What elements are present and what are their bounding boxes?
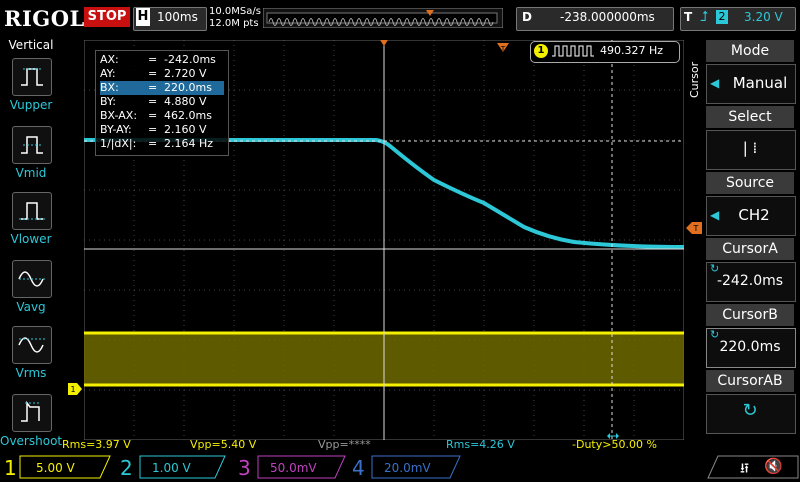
measurement-bar: Rms=3.97 V Vpp=5.40 V Vpp=**** Rms=4.26 … bbox=[62, 438, 702, 452]
cursor-a-value: -242.0ms bbox=[716, 273, 784, 289]
vmid-button[interactable] bbox=[12, 126, 52, 164]
vupper-button[interactable] bbox=[12, 58, 52, 96]
mode-title: Mode bbox=[706, 40, 794, 62]
mode-value: Manual bbox=[732, 74, 788, 92]
select-title: Select bbox=[706, 106, 794, 128]
cursor-ab-title: CursorAB bbox=[706, 370, 794, 392]
ch4-scale[interactable]: 20.0mV bbox=[384, 461, 431, 475]
meas-ch1-duty: -Duty>50.00 % bbox=[572, 438, 657, 451]
square-wave-icon bbox=[552, 45, 594, 57]
cursor-b-value: 220.0ms bbox=[719, 339, 781, 355]
freq-channel-badge: 1 bbox=[534, 44, 548, 58]
overshoot-label: Overshoot bbox=[0, 434, 63, 448]
vavg-button[interactable] bbox=[12, 260, 52, 298]
vlower-label: Vlower bbox=[10, 232, 52, 246]
frequency-value: 490.327 Hz bbox=[600, 44, 664, 57]
vrms-button[interactable] bbox=[12, 326, 52, 364]
rigol-logo: RIGOL bbox=[4, 6, 85, 31]
ch1-number[interactable]: 1 bbox=[4, 456, 17, 480]
ch2-scale[interactable]: 1.00 V bbox=[152, 461, 191, 475]
cursor-measurement-box: AX: = -242.0ms AY: = 2.720 V BX: = 220.0ms BY:… bbox=[95, 50, 229, 156]
system-tab bbox=[707, 455, 799, 479]
ch3-scale[interactable]: 50.0mV bbox=[270, 461, 317, 475]
source-title: Source bbox=[706, 172, 794, 194]
vrms-label: Vrms bbox=[15, 366, 47, 380]
delay-letter: D bbox=[522, 10, 532, 24]
speaker-mute-icon[interactable]: 🔇 bbox=[764, 457, 783, 475]
waveform-position-marker-icon: T bbox=[497, 43, 509, 53]
vrms-icon bbox=[18, 337, 45, 353]
trigger-letter: T bbox=[684, 10, 693, 24]
overshoot-button[interactable] bbox=[12, 394, 52, 432]
svg-text:T: T bbox=[500, 45, 506, 53]
vmid-label: Vmid bbox=[15, 166, 47, 180]
cursor-a-title: CursorA bbox=[706, 238, 794, 260]
meas-row-selected: BX: = 220.0ms bbox=[100, 81, 224, 95]
meas-row: AX: = -242.0ms bbox=[100, 53, 216, 66]
source-value: CH2 bbox=[738, 206, 770, 224]
sample-rate: 10.0MSa/s bbox=[209, 6, 261, 17]
meas-row: AY: = 2.720 V bbox=[100, 67, 207, 80]
vertical-panel-title: Vertical bbox=[8, 38, 54, 52]
overshoot-icon bbox=[21, 400, 41, 422]
rising-edge-icon: ⮥ bbox=[700, 9, 709, 25]
ch1-ground-marker-icon: 1 bbox=[68, 383, 82, 395]
timebase-value: 100ms bbox=[157, 10, 198, 24]
trigger-source: 2 bbox=[716, 10, 728, 24]
meas-row: BX-AX: = 462.0ms bbox=[100, 109, 212, 122]
meas-row: BY: = 4.880 V bbox=[100, 95, 207, 108]
vlower-icon bbox=[19, 202, 45, 220]
vupper-label: Vupper bbox=[9, 98, 53, 112]
select-value: | ⁞ bbox=[742, 139, 758, 157]
vavg-icon bbox=[18, 271, 45, 287]
memory-depth: 12.0M pts bbox=[209, 18, 259, 29]
timebase-letter: H bbox=[136, 8, 150, 26]
memory-overview-strip bbox=[263, 8, 503, 28]
rotate-knob-icon: ↻ bbox=[742, 400, 758, 421]
ch4-number[interactable]: 4 bbox=[352, 456, 365, 480]
svg-text:1: 1 bbox=[70, 385, 75, 394]
meas-ch2-rms: Rms=4.26 V bbox=[446, 438, 515, 451]
ch2-number[interactable]: 2 bbox=[120, 456, 133, 480]
meas-ch1-rms: Rms=3.97 V bbox=[62, 438, 131, 451]
meas-vpp-invalid: Vpp=**** bbox=[318, 438, 371, 451]
vupper-icon bbox=[21, 68, 43, 86]
menu-side-label: Cursor bbox=[688, 61, 701, 98]
delay-value: -238.000000ms bbox=[560, 10, 655, 24]
svg-text:T: T bbox=[693, 224, 699, 233]
meas-ch1-vpp: Vpp=5.40 V bbox=[190, 438, 257, 451]
run-stop-status[interactable]: STOP bbox=[84, 7, 130, 27]
ch1-scale[interactable]: 5.00 V bbox=[36, 461, 75, 475]
vmid-icon bbox=[21, 136, 43, 154]
cursor-b-title: CursorB bbox=[706, 304, 794, 326]
vavg-label: Vavg bbox=[16, 300, 46, 314]
vlower-button[interactable] bbox=[12, 192, 52, 230]
ch3-number[interactable]: 3 bbox=[238, 456, 251, 480]
trigger-level: 3.20 V bbox=[744, 10, 783, 24]
usb-icon: ⭿ bbox=[740, 461, 750, 477]
meas-row: 1/|dX|: = 2.164 Hz bbox=[100, 137, 214, 150]
meas-row: BY-AY: = 2.160 V bbox=[100, 123, 207, 136]
